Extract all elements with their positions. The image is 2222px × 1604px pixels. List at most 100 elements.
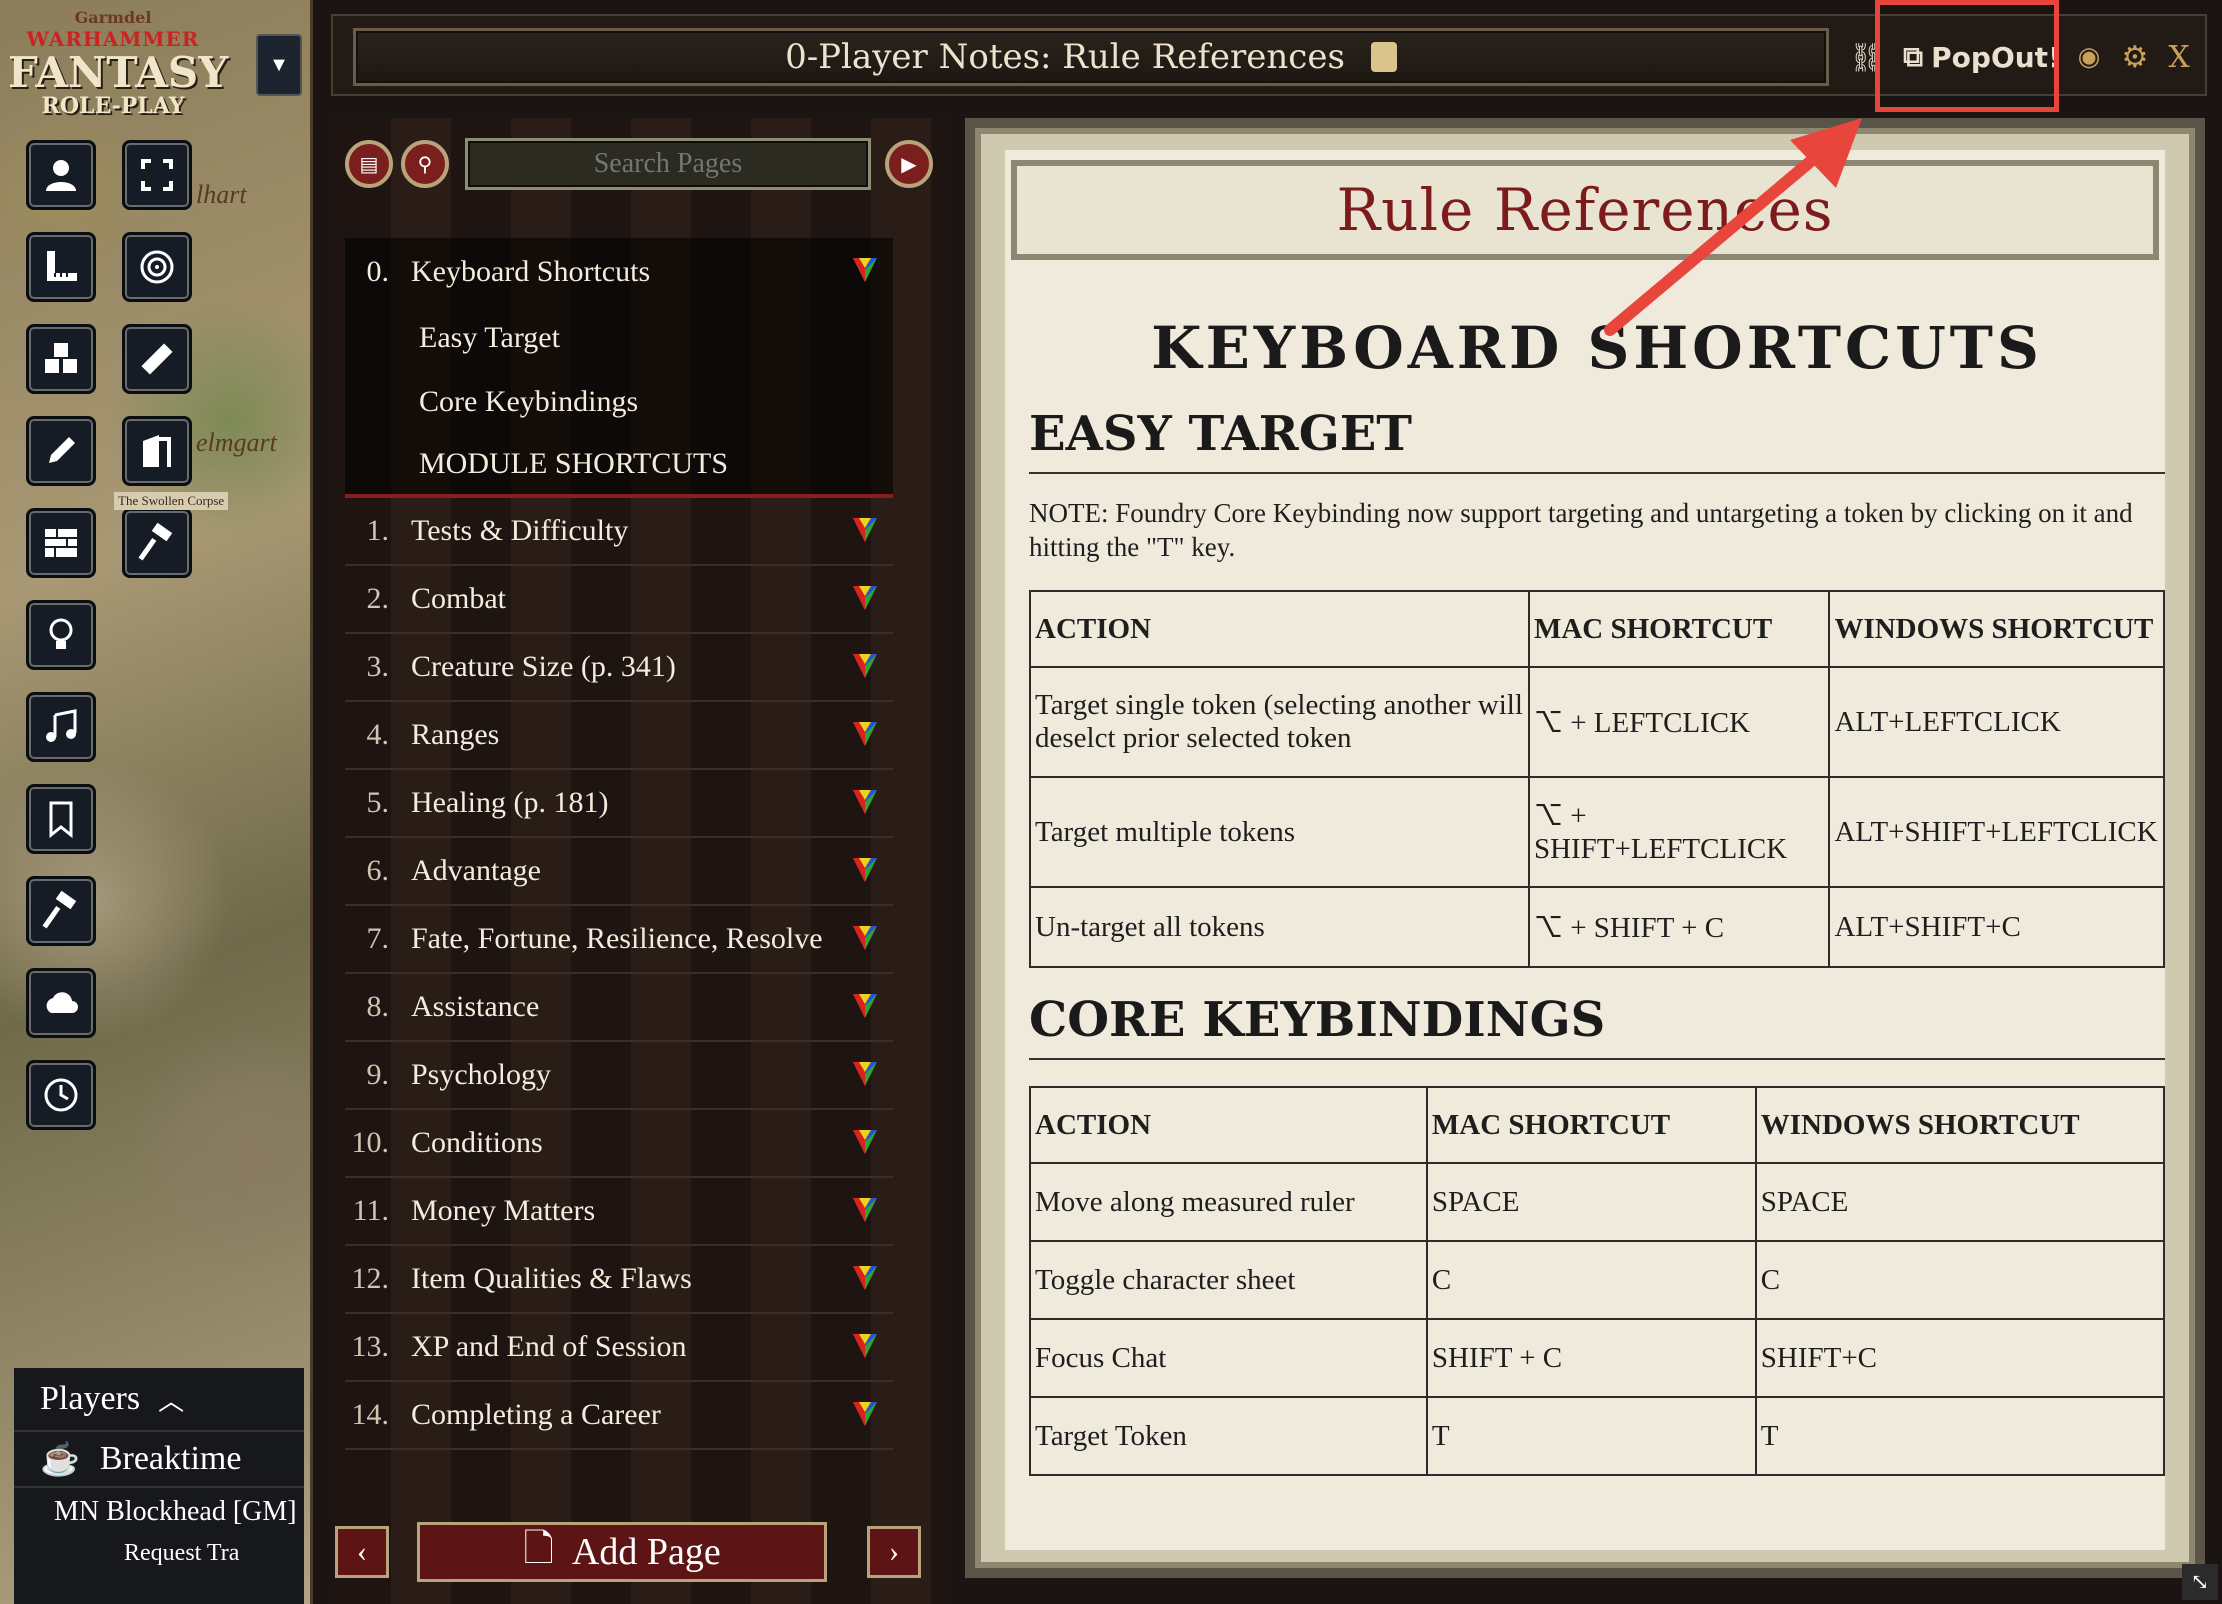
lighting-controls-button[interactable] — [26, 600, 96, 670]
weather-controls-button[interactable] — [26, 968, 96, 1038]
target-controls-button[interactable] — [122, 232, 192, 302]
time-controls-button[interactable] — [26, 1060, 96, 1130]
unlink-icon: ⛓ — [1849, 40, 1885, 74]
clock-icon — [44, 1078, 78, 1112]
subpage-easy-target[interactable]: Easy Target — [345, 306, 893, 370]
previous-page-button[interactable]: ‹ — [335, 1526, 389, 1578]
window-title: 0-Player Notes: Rule References — [785, 37, 1345, 77]
table-cell: ⌥ + SHIFT + C — [1527, 886, 1831, 968]
page-item[interactable]: 11. Money Matters — [345, 1178, 893, 1246]
page-item[interactable]: 13. XP and End of Session — [345, 1314, 893, 1382]
page-item[interactable]: 8. Assistance — [345, 974, 893, 1042]
walls-controls-button[interactable] — [26, 508, 96, 578]
page-item[interactable]: 12. Item Qualities & Flaws — [345, 1246, 893, 1314]
next-page-button[interactable]: › — [867, 1526, 921, 1578]
fullscreen-button[interactable] — [122, 140, 192, 210]
player-entry[interactable]: ☕ Breaktime — [14, 1430, 304, 1486]
unlink-button[interactable]: ⛓ — [1843, 34, 1891, 80]
table-cell: ⌥ + SHIFT+LEFTCLICK — [1527, 776, 1831, 888]
table-header-cell: ACTION — [1029, 1086, 1428, 1164]
ruler-square-icon — [47, 251, 77, 281]
ownership-triangle-icon — [853, 926, 877, 950]
page-item[interactable]: 14. Completing a Career — [345, 1382, 893, 1450]
easy-target-table: ACTION MAC SHORTCUT WINDOWS SHORTCUT Tar… — [1029, 590, 2165, 968]
page-label: XP and End of Session — [411, 1330, 687, 1363]
search-pages-input[interactable] — [465, 138, 871, 190]
search-mode-button[interactable]: ⚲ — [401, 140, 449, 188]
ownership-triangle-icon — [853, 1334, 877, 1358]
bookmark-icon — [49, 801, 73, 839]
map-label: lhart — [196, 180, 247, 209]
drawing-controls-button[interactable] — [26, 416, 96, 486]
page-item[interactable]: 5. Healing (p. 181) — [345, 770, 893, 838]
table-cell: Focus Chat — [1029, 1318, 1428, 1398]
page-item-keyboard-shortcuts[interactable]: 0. Keyboard Shortcuts — [345, 238, 893, 306]
search-row: ▤ ⚲ ▶ — [345, 132, 935, 196]
page-item[interactable]: 10. Conditions — [345, 1110, 893, 1178]
page-footer-nav: ‹ 🗋 Add Page › — [335, 1516, 935, 1586]
subpage-core-keybindings[interactable]: Core Keybindings — [345, 370, 893, 434]
ruler-controls-button[interactable] — [122, 324, 192, 394]
sounds-controls-button[interactable] — [26, 692, 96, 762]
eye-button[interactable]: ◉ — [2069, 34, 2109, 80]
table-cell: C — [1425, 1240, 1757, 1320]
build-controls-button[interactable] — [122, 508, 192, 578]
toggle-sidebar-button[interactable]: ▤ — [345, 140, 393, 188]
token-controls-button[interactable] — [26, 140, 96, 210]
ownership-triangle-icon — [853, 518, 877, 542]
table-cell: ⌥ + LEFTCLICK — [1527, 666, 1831, 778]
settings-button[interactable]: ⚙ — [2115, 34, 2155, 80]
ownership-triangle-icon — [853, 654, 877, 678]
game-system-logo: Garmdel WARHAMMER FANTASY ROLE-PLAY — [8, 8, 228, 118]
external-link-icon: ⧉ — [1903, 40, 1924, 73]
table-row: Focus Chat SHIFT + C SHIFT+C — [1029, 1318, 2165, 1398]
page-item[interactable]: 3. Creature Size (p. 341) — [345, 634, 893, 702]
terrain-controls-button[interactable] — [26, 876, 96, 946]
close-icon: X — [2168, 39, 2190, 75]
notes-controls-button[interactable] — [26, 784, 96, 854]
table-cell: SPACE — [1425, 1162, 1757, 1242]
add-page-button[interactable]: 🗋 Add Page — [417, 1522, 827, 1582]
resize-handle[interactable]: ⤡ — [2182, 1564, 2218, 1600]
table-cell: Target Token — [1029, 1396, 1428, 1476]
person-icon — [46, 160, 76, 191]
subpage-module-shortcuts[interactable]: MODULE SHORTCUTS — [345, 434, 893, 498]
ownership-triangle-icon — [853, 994, 877, 1018]
page-banner: Rule References — [1011, 160, 2159, 260]
chevron-right-icon: › — [889, 1535, 899, 1568]
table-row: Toggle character sheet C C — [1029, 1240, 2165, 1320]
collapse-sidebar-button[interactable]: ▶ — [885, 140, 933, 188]
window-titlebar[interactable]: 0-Player Notes: Rule References ⛓ ⧉ PopO… — [331, 14, 2207, 96]
page-item[interactable]: 2. Combat — [345, 566, 893, 634]
measure-controls-button[interactable] — [26, 232, 96, 302]
table-header-cell: MAC SHORTCUT — [1527, 590, 1831, 668]
page-item[interactable]: 1. Tests & Difficulty — [345, 498, 893, 566]
collapse-controls-button[interactable]: ▼ — [256, 34, 302, 96]
chevron-down-icon: ▼ — [269, 53, 289, 76]
tiles-controls-button[interactable] — [26, 324, 96, 394]
players-header[interactable]: Players ︿ — [14, 1368, 304, 1430]
page-item[interactable]: 7. Fate, Fortune, Resilience, Resolve — [345, 906, 893, 974]
page-item[interactable]: 6. Advantage — [345, 838, 893, 906]
table-header-cell: ACTION — [1029, 590, 1530, 668]
player-entry[interactable]: Request Tra — [14, 1536, 304, 1571]
journal-page-content: Rule References KEYBOARD SHORTCUTS EASY … — [965, 118, 2205, 1578]
ownership-triangle-icon — [853, 1402, 877, 1426]
gear-icon: ⚙ — [2121, 39, 2149, 75]
ownership-icon[interactable] — [1370, 42, 1397, 72]
page-number: 9. — [366, 1058, 390, 1091]
popout-button[interactable]: ⧉ PopOut! — [1899, 34, 2065, 80]
table-header-row: ACTION MAC SHORTCUT WINDOWS SHORTCUT — [1029, 1086, 2165, 1164]
page-label: Conditions — [411, 1126, 543, 1159]
close-button[interactable]: X — [2159, 34, 2199, 80]
ownership-triangle-icon — [853, 1062, 877, 1086]
player-entry[interactable]: MN Blockhead [GM] — [14, 1486, 304, 1536]
page-list: 0. Keyboard Shortcuts Easy Target Core K… — [345, 238, 893, 1450]
page-item[interactable]: 4. Ranges — [345, 702, 893, 770]
table-cell: Move along measured ruler — [1029, 1162, 1428, 1242]
door-controls-button[interactable] — [122, 416, 192, 486]
players-list: Players ︿ ☕ Breaktime MN Blockhead [GM] … — [14, 1368, 304, 1604]
page-item[interactable]: 9. Psychology — [345, 1042, 893, 1110]
map-label: elmgart — [196, 428, 277, 457]
table-cell: ALT+SHIFT+LEFTCLICK — [1828, 776, 2165, 888]
